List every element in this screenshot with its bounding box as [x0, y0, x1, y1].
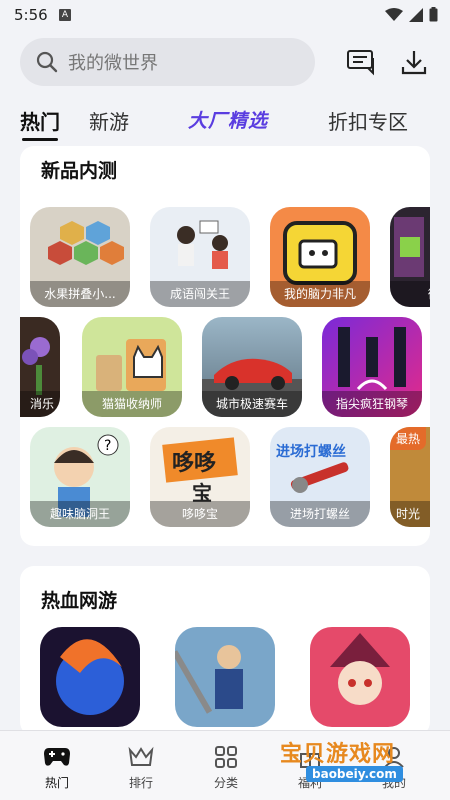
tab-hot[interactable]: 热门 [20, 106, 60, 135]
nav-label: 分类 [213, 776, 238, 790]
game-icon[interactable] [175, 627, 275, 727]
status-bar: 5:56 A [0, 0, 450, 30]
download-icon [401, 51, 427, 75]
witch-girl-icon [330, 633, 390, 705]
game-tile[interactable]: 猫猫收纳师 [82, 317, 182, 417]
game-tile[interactable]: 微观 [390, 207, 430, 307]
game-icon[interactable] [310, 627, 410, 727]
game-title: 时光 [390, 501, 430, 527]
nav-label: 排行 [128, 776, 153, 790]
status-icons [385, 7, 438, 22]
game-title: 指尖疯狂钢琴 [322, 391, 422, 417]
game-title: 哆哆宝 [150, 501, 250, 527]
search-input[interactable]: 我的微世界 [20, 38, 315, 86]
game-title: 微观 [390, 281, 430, 307]
game-title: 消乐 [20, 391, 60, 417]
battery-icon [429, 7, 438, 22]
game-title: 趣味脑洞王 [30, 501, 130, 527]
beta-section: 新品内测 水果拼叠小... 成语闯关王 我的脑力非凡 微观 [20, 146, 430, 546]
nav-ranking[interactable]: 排行 [111, 743, 171, 791]
game-tile[interactable]: 消乐 [20, 317, 60, 417]
signal-icon [409, 7, 423, 22]
game-tile[interactable]: 进场打螺丝 进场打螺丝 [270, 427, 370, 527]
game-icon[interactable] [40, 627, 140, 727]
game-title: 我的脑力非凡 [270, 281, 370, 307]
game-title: 猫猫收纳师 [82, 391, 182, 417]
game-tile[interactable]: 最热 时光 [390, 427, 430, 527]
game-tile[interactable]: 城市极速赛车 [202, 317, 302, 417]
game-tile[interactable]: 哆哆 宝 哆哆宝 [150, 427, 250, 527]
game-tile[interactable]: 成语闯关王 [150, 207, 250, 307]
game-title: 成语闯关王 [150, 281, 250, 307]
game-title: 进场打螺丝 [270, 501, 370, 527]
watermark-text: 宝贝游戏网 [280, 742, 396, 767]
notification-icon: A [59, 9, 71, 21]
hot-badge: 最热 [390, 427, 427, 450]
game-tile[interactable]: 水果拼叠小... [30, 207, 130, 307]
search-placeholder: 我的微世界 [68, 53, 158, 74]
search-icon [36, 51, 58, 73]
svg-text:?: ? [104, 438, 111, 454]
tab-underline [22, 138, 58, 141]
crown-icon [128, 746, 154, 766]
download-button[interactable] [397, 45, 431, 79]
grid-icon [215, 746, 237, 768]
game-tile[interactable]: 我的脑力非凡 [270, 207, 370, 307]
tab-new[interactable]: 新游 [89, 106, 129, 135]
nav-label: 热门 [44, 776, 69, 790]
game-title: 水果拼叠小... [30, 281, 130, 307]
wifi-icon [385, 7, 403, 21]
game-title: 城市极速赛车 [202, 391, 302, 417]
tab-featured[interactable]: 大厂精选 [188, 106, 268, 133]
watermark-url: baobeiy.com [306, 766, 403, 782]
watermark: 宝贝游戏网 baobeiy.com [280, 736, 440, 788]
section-title: 新品内测 [41, 160, 118, 182]
duo-logo: 哆哆 [172, 451, 217, 476]
section-title: 热血网游 [41, 590, 118, 612]
nav-category[interactable]: 分类 [196, 743, 256, 791]
knight-icon [175, 645, 243, 714]
tab-discount[interactable]: 折扣专区 [328, 106, 408, 135]
message-button[interactable] [344, 45, 378, 79]
nav-hot[interactable]: 热门 [27, 743, 87, 791]
game-tile[interactable]: ? 趣味脑洞王 [30, 427, 130, 527]
status-time: 5:56 [14, 6, 48, 24]
gamepad-icon [44, 748, 70, 766]
message-icon [347, 50, 374, 76]
game-tile[interactable]: 指尖疯狂钢琴 [322, 317, 422, 417]
fire-warrior-icon [56, 639, 124, 715]
